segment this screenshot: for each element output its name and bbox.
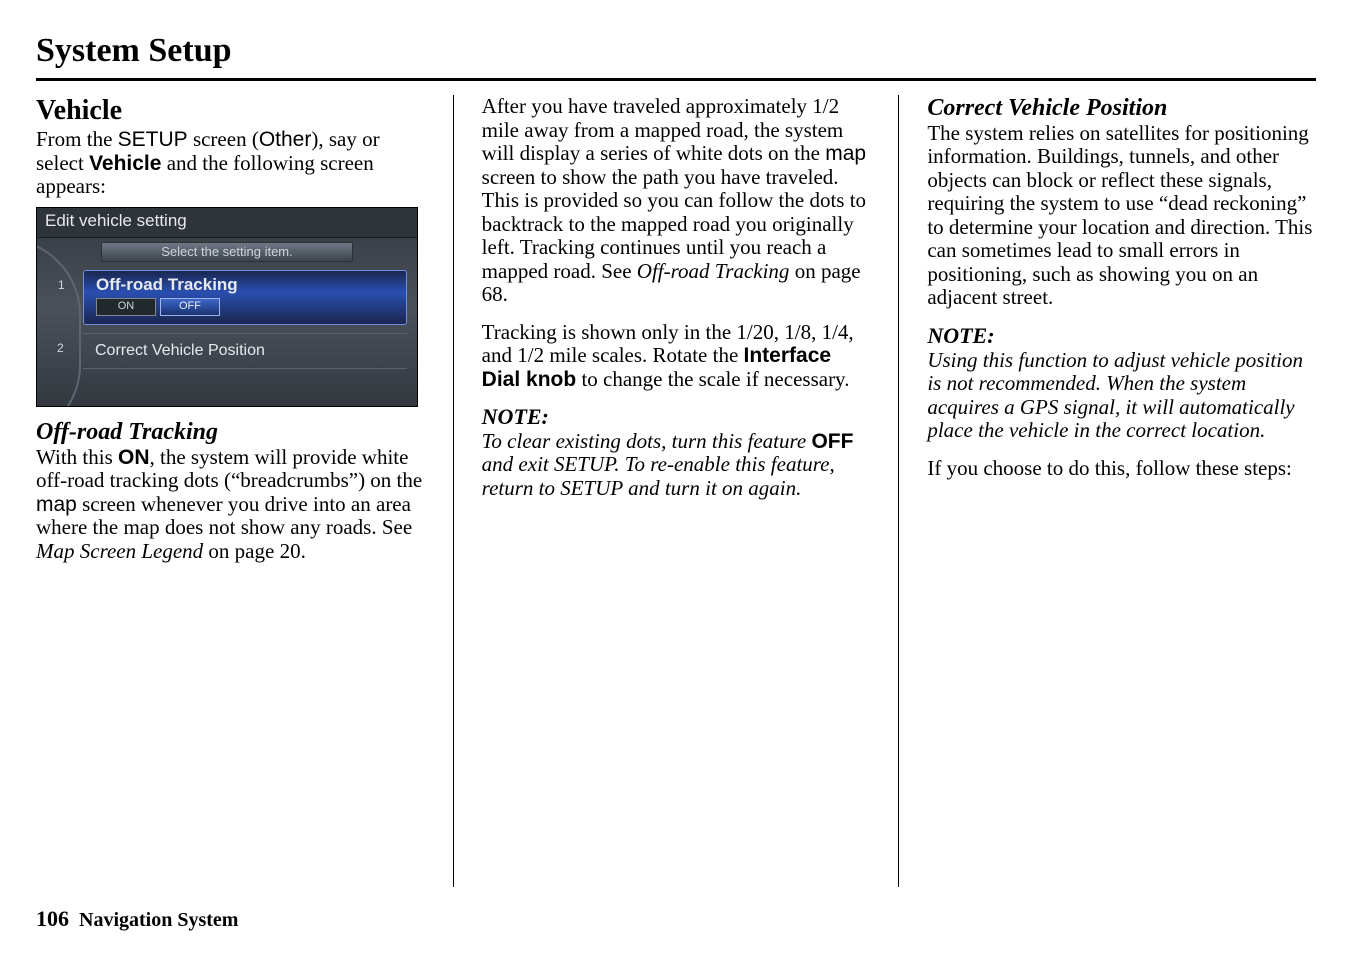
nav-item-label: Correct Vehicle Position	[95, 342, 265, 359]
text: With this	[36, 445, 118, 469]
nav-item-correct-vehicle-position[interactable]: 2 Correct Vehicle Position	[83, 333, 407, 369]
column-separator	[898, 95, 899, 887]
nav-list: 1 Off-road Tracking ON OFF 2 Correct Veh…	[37, 268, 417, 369]
text: on page 20.	[203, 539, 306, 563]
note-body: To clear existing dots, turn this featur…	[482, 430, 871, 501]
off-road-tracking-heading: Off-road Tracking	[36, 419, 425, 446]
content-columns: Vehicle From the SETUP screen (Other), s…	[36, 95, 1316, 887]
toggle-on[interactable]: ON	[96, 298, 156, 316]
note-label: NOTE:	[927, 324, 1316, 349]
nav-item-number: 2	[57, 342, 64, 355]
vehicle-intro: From the SETUP screen (Other), say or se…	[36, 128, 425, 199]
edit-vehicle-setting-screen: Edit vehicle setting Select the setting …	[36, 207, 418, 407]
text: screen (	[188, 127, 259, 151]
off-road-tracking-ref: Off-road Tracking	[637, 259, 790, 283]
correct-vehicle-position-heading: Correct Vehicle Position	[927, 95, 1316, 122]
note-block: NOTE: Using this function to adjust vehi…	[927, 324, 1316, 443]
note-label: NOTE:	[482, 405, 871, 430]
nav-item-number: 1	[58, 279, 65, 292]
nav-item-label: Off-road Tracking	[96, 275, 238, 294]
tracking-paragraph-1: After you have traveled approximately 1/…	[482, 95, 871, 307]
tracking-paragraph-2: Tracking is shown only in the 1/20, 1/8,…	[482, 321, 871, 392]
title-rule	[36, 78, 1316, 81]
footer-label: Navigation System	[79, 909, 238, 931]
text: and exit SETUP. To re-enable this featur…	[482, 452, 835, 500]
note-body: Using this function to adjust vehicle po…	[927, 349, 1316, 443]
column-separator	[453, 95, 454, 887]
column-1: Vehicle From the SETUP screen (Other), s…	[36, 95, 425, 887]
map-word: map	[825, 142, 866, 165]
text: From the	[36, 127, 118, 151]
other-word: Other	[259, 128, 312, 151]
note-block: NOTE: To clear existing dots, turn this …	[482, 405, 871, 500]
off-word: OFF	[811, 430, 853, 453]
map-screen-legend-ref: Map Screen Legend	[36, 539, 203, 563]
column-3: Correct Vehicle Position The system reli…	[927, 95, 1316, 887]
page-footer: 106 Navigation System	[36, 906, 238, 932]
text: to change the scale if necessary.	[576, 367, 849, 391]
nav-item-off-road-tracking[interactable]: 1 Off-road Tracking ON OFF	[83, 270, 407, 325]
page-number: 106	[36, 906, 69, 931]
cvp-paragraph-1: The system relies on satellites for posi…	[927, 122, 1316, 310]
column-2: After you have traveled approximately 1/…	[482, 95, 871, 887]
off-road-tracking-paragraph: With this ON, the system will provide wh…	[36, 446, 425, 564]
text: To clear existing dots, turn this featur…	[482, 429, 812, 453]
cvp-paragraph-2: If you choose to do this, follow these s…	[927, 457, 1316, 481]
text: screen whenever you drive into an area w…	[36, 492, 412, 540]
off-road-toggle: ON OFF	[96, 298, 398, 316]
page-title: System Setup	[36, 32, 1316, 70]
vehicle-heading: Vehicle	[36, 95, 425, 126]
toggle-off[interactable]: OFF	[160, 298, 220, 316]
on-word: ON	[118, 446, 150, 469]
text: After you have traveled approximately 1/…	[482, 94, 844, 165]
vehicle-word: Vehicle	[89, 152, 161, 175]
nav-subtitle: Select the setting item.	[101, 242, 353, 262]
setup-word: SETUP	[118, 128, 188, 151]
map-word: map	[36, 493, 77, 516]
nav-title-bar: Edit vehicle setting	[37, 208, 417, 238]
